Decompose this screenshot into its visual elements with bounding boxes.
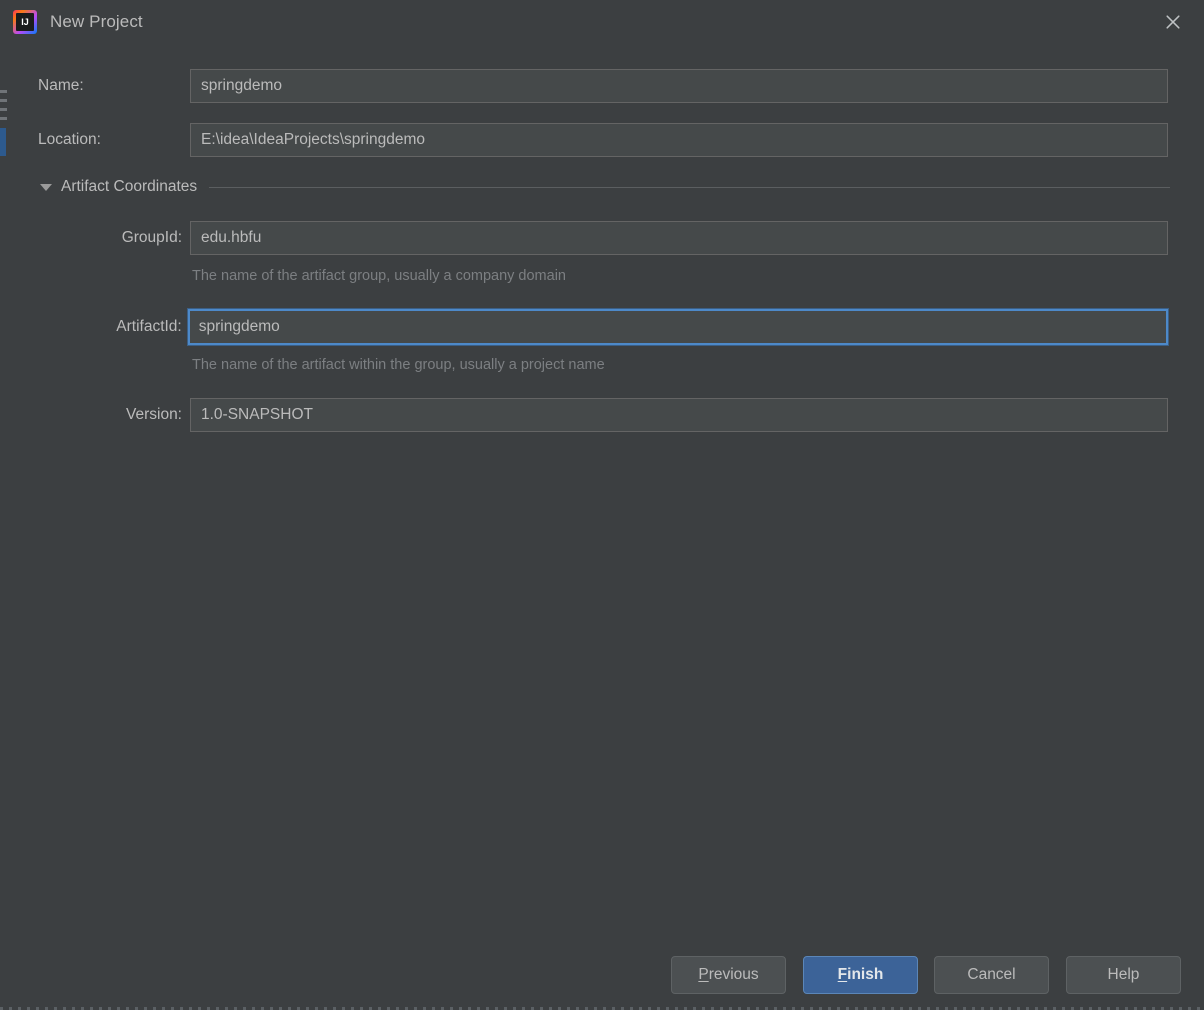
logo-text: IJ bbox=[21, 17, 29, 27]
location-label: Location: bbox=[38, 131, 101, 148]
chevron-down-icon[interactable] bbox=[40, 183, 52, 191]
previous-button-label-rest: revious bbox=[708, 966, 759, 983]
name-row: Name: springdemo bbox=[38, 69, 1168, 103]
dialog-button-bar: Previous Finish Cancel Help bbox=[0, 956, 1204, 994]
help-button[interactable]: Help bbox=[1066, 956, 1181, 994]
artifact-coordinates-title: Artifact Coordinates bbox=[61, 178, 198, 195]
section-divider bbox=[209, 186, 1170, 188]
new-project-dialog: IJ New Project Name: springdemo Location… bbox=[0, 0, 1204, 1010]
group-id-label: GroupId: bbox=[121, 229, 182, 246]
location-row: Location: E:\idea\IdeaProjects\springdem… bbox=[38, 123, 1168, 157]
artifact-id-hint-row: The name of the artifact within the grou… bbox=[192, 357, 605, 373]
artifact-coordinates-section-header[interactable]: Artifact Coordinates bbox=[40, 178, 1170, 196]
cancel-button[interactable]: Cancel bbox=[934, 956, 1049, 994]
background-window-edge bbox=[0, 0, 8, 1010]
close-icon[interactable] bbox=[1156, 6, 1190, 38]
group-id-row: GroupId: edu.hbfu bbox=[38, 221, 1168, 255]
group-id-hint-row: The name of the artifact group, usually … bbox=[192, 268, 566, 284]
artifact-id-row: ArtifactId: springdemo bbox=[38, 308, 1170, 346]
finish-button-label-rest: inish bbox=[847, 966, 884, 983]
group-id-hint: The name of the artifact group, usually … bbox=[192, 268, 566, 284]
artifact-id-input[interactable]: springdemo bbox=[186, 308, 1170, 346]
previous-button-mnemonic: P bbox=[698, 966, 709, 983]
artifact-id-label: ArtifactId: bbox=[116, 318, 182, 335]
location-input[interactable]: E:\idea\IdeaProjects\springdemo bbox=[190, 123, 1168, 157]
version-label: Version: bbox=[125, 406, 182, 423]
window-title: New Project bbox=[50, 12, 143, 31]
finish-button[interactable]: Finish bbox=[803, 956, 918, 994]
previous-button[interactable]: Previous bbox=[671, 956, 786, 994]
artifact-id-hint: The name of the artifact within the grou… bbox=[192, 357, 605, 373]
name-input[interactable]: springdemo bbox=[190, 69, 1168, 103]
group-id-input[interactable]: edu.hbfu bbox=[190, 221, 1168, 255]
title-bar: IJ New Project bbox=[0, 0, 1204, 44]
intellij-idea-logo-icon: IJ bbox=[13, 10, 37, 34]
version-row: Version: 1.0-SNAPSHOT bbox=[38, 398, 1168, 432]
version-input[interactable]: 1.0-SNAPSHOT bbox=[190, 398, 1168, 432]
finish-button-mnemonic: F bbox=[837, 966, 848, 983]
name-label: Name: bbox=[38, 77, 84, 94]
